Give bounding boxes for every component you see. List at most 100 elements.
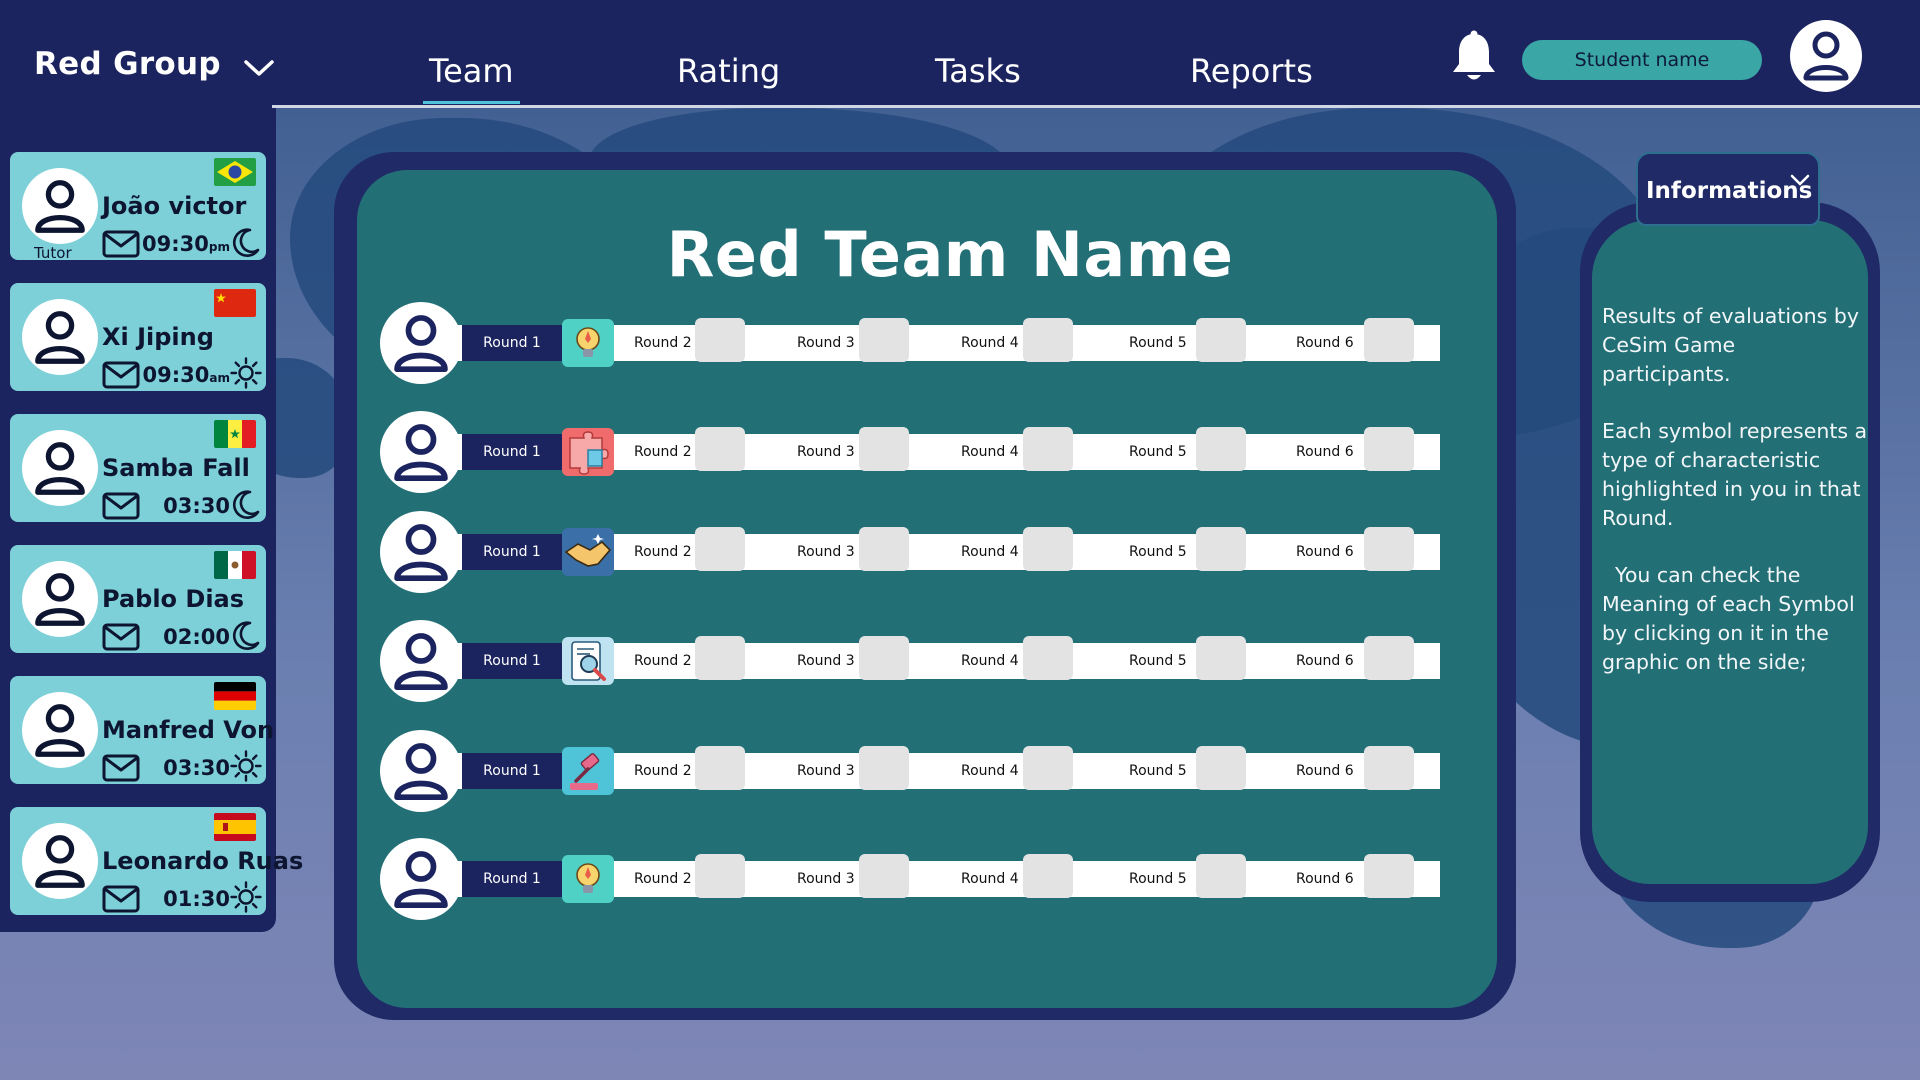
round-6-symbol-slot[interactable] [1364,427,1414,471]
mail-icon[interactable] [102,492,140,524]
tab-reports[interactable]: Reports [1190,52,1313,90]
group-selector[interactable]: Red Group [34,46,275,82]
handshake-icon[interactable] [562,528,614,576]
member-avatar[interactable] [380,730,462,812]
member-rounds-row: Round 1 Round 2 Round 3 Round 4 Round 5 Round… [380,511,1450,593]
round-4-label: Round 4 [961,444,1019,460]
round-3-symbol-slot[interactable] [859,427,909,471]
member-card[interactable]: Manfred Von 03:30 [10,676,274,786]
round-2-label: Round 2 [634,335,692,351]
round-3-label: Round 3 [797,544,855,560]
round-4-symbol-slot[interactable] [1023,854,1073,898]
user-icon [394,633,448,691]
round-6-symbol-slot[interactable] [1364,854,1414,898]
student-name-button[interactable]: Student name [1522,40,1762,80]
lightbulb-rocket-icon[interactable] [562,855,614,903]
user-avatar[interactable] [1790,20,1862,92]
member-local-time: 03:30 [163,756,230,780]
round-5-symbol-slot[interactable] [1196,854,1246,898]
round-2-symbol-slot[interactable] [695,636,745,680]
info-paragraph: You can check the Meaning of each Symbol… [1602,563,1862,674]
round-4-symbol-slot[interactable] [1023,318,1073,362]
member-avatar[interactable] [380,838,462,920]
member-name: João victor [102,192,247,220]
chevron-down-icon [244,60,274,76]
round-3-symbol-slot[interactable] [859,636,909,680]
document-search-icon[interactable] [562,637,614,685]
round-5-symbol-slot[interactable] [1196,636,1246,680]
member-avatar [22,430,98,506]
round-5-symbol-slot[interactable] [1196,427,1246,471]
gavel-icon[interactable] [562,747,614,795]
round-6-label: Round 6 [1296,871,1354,887]
round-3-symbol-slot[interactable] [859,527,909,571]
round-6-symbol-slot[interactable] [1364,318,1414,362]
round-5-symbol-slot[interactable] [1196,527,1246,571]
round-1-label: Round 1 [462,325,562,361]
round-5-symbol-slot[interactable] [1196,318,1246,362]
member-avatar [22,299,98,375]
round-2-symbol-slot[interactable] [695,527,745,571]
round-3-label: Round 3 [797,335,855,351]
member-name: Pablo Dias [102,585,245,613]
mail-icon[interactable] [102,230,140,262]
round-3-symbol-slot[interactable] [859,854,909,898]
round-2-symbol-slot[interactable] [695,854,745,898]
round-3-label: Round 3 [797,763,855,779]
round-5-label: Round 5 [1129,653,1187,669]
round-5-label: Round 5 [1129,871,1187,887]
lightbulb-rocket-icon[interactable] [562,319,614,367]
round-6-symbol-slot[interactable] [1364,527,1414,571]
user-icon [35,311,85,364]
round-3-symbol-slot[interactable] [859,746,909,790]
tab-team[interactable]: Team [423,52,520,104]
round-2-symbol-slot[interactable] [695,746,745,790]
mail-icon[interactable] [102,885,140,917]
round-3-symbol-slot[interactable] [859,318,909,362]
mail-icon[interactable] [102,754,140,786]
informations-dropdown[interactable]: Informations [1636,152,1820,226]
user-icon [35,442,85,495]
time-value: 01:30 [163,887,230,911]
round-1-label: Round 1 [462,861,562,897]
member-card[interactable]: João victor 09:30pm Tutor [10,152,266,262]
spain-flag-icon [214,813,256,841]
member-name: Leonardo Ruas [102,847,304,875]
round-2-symbol-slot[interactable] [695,427,745,471]
round-4-symbol-slot[interactable] [1023,746,1073,790]
sun-icon [230,881,262,917]
round-1-label: Round 1 [462,643,562,679]
time-suffix: am [209,371,230,385]
member-rounds-row: Round 1 Round 2 Round 3 Round 4 Round 5 Round… [380,620,1450,702]
mail-icon[interactable] [102,623,140,655]
member-local-time: 09:30pm [142,232,230,256]
member-avatar[interactable] [380,302,462,384]
round-4-symbol-slot[interactable] [1023,636,1073,680]
puzzle-icon[interactable] [562,428,614,476]
member-card[interactable]: Leonardo Ruas 01:30 [10,807,303,917]
sun-icon [230,750,262,786]
member-avatar[interactable] [380,411,462,493]
member-card[interactable]: Xi Jiping 09:30am [10,283,266,391]
tab-tasks[interactable]: Tasks [935,52,1021,90]
member-card[interactable]: Samba Fall 03:30 [10,414,266,522]
member-avatar [22,561,98,637]
team-title: Red Team Name [666,218,1234,291]
member-avatar[interactable] [380,511,462,593]
time-value: 03:30 [163,494,230,518]
tab-rating[interactable]: Rating [677,52,780,90]
round-4-symbol-slot[interactable] [1023,427,1073,471]
round-5-symbol-slot[interactable] [1196,746,1246,790]
mail-icon[interactable] [102,361,140,393]
time-value: 02:00 [163,625,230,649]
round-2-symbol-slot[interactable] [695,318,745,362]
member-card[interactable]: Pablo Dias 02:00 [10,545,266,653]
round-4-label: Round 4 [961,871,1019,887]
top-header: Red Group Team Rating Tasks Reports Stud… [0,0,1920,108]
bell-icon[interactable] [1450,30,1498,84]
member-avatar[interactable] [380,620,462,702]
round-6-symbol-slot[interactable] [1364,636,1414,680]
round-4-symbol-slot[interactable] [1023,527,1073,571]
group-label: Red Group [34,46,221,82]
round-6-symbol-slot[interactable] [1364,746,1414,790]
